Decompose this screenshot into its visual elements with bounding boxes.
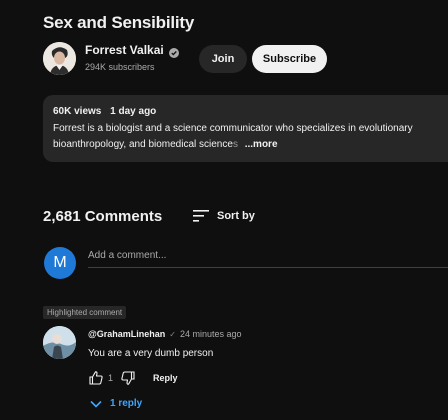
thumbs-down-icon [121,371,135,385]
dislike-button[interactable] [119,369,137,387]
channel-name-wrap: Forrest Valkai [85,43,179,58]
verified-check-icon [168,45,179,58]
user-avatar[interactable]: M [44,247,76,279]
sort-label: Sort by [217,210,255,222]
highlighted-comment-badge: Highlighted comment [43,306,127,319]
comment-avatar-image [43,326,76,359]
view-count: 60K views [53,106,102,117]
comments-count: 2,681 Comments [43,208,163,225]
description-more-link[interactable]: ...more [245,139,278,150]
upload-age: 1 day ago [110,106,157,117]
description-line-2-text: bioanthropology, and biomedical science [53,139,233,150]
sort-by-button[interactable]: Sort by [193,209,255,223]
video-title: Sex and Sensibility [43,13,195,32]
thumbs-up-icon [89,371,103,385]
description-line-2-fade: s [232,139,238,150]
description-line-1: Forrest is a biologist and a science com… [53,123,413,134]
comment-thread: @GrahamLinehan ✓ 24 minutes ago You are … [43,326,448,420]
video-meta: 60K views 1 day ago [53,106,156,117]
reply-button[interactable]: Reply [153,373,178,383]
description-box[interactable]: 60K views 1 day ago Forrest is a biologi… [43,95,448,162]
channel-avatar[interactable] [43,42,76,75]
join-button[interactable]: Join [199,45,247,73]
comment-text: You are a very dumb person [88,348,214,359]
comment-actions: 1 Reply [87,369,178,387]
channel-avatar-image [43,42,76,75]
description-line-2: bioanthropology, and biomedical sciences… [53,139,278,150]
comments-header: 2,681 Comments Sort by [43,208,423,228]
author-check-icon: ✓ [169,329,176,339]
like-button[interactable] [87,369,105,387]
channel-name[interactable]: Forrest Valkai [85,43,164,57]
chevron-down-icon [90,400,102,408]
comment-avatar[interactable] [43,326,76,359]
like-count: 1 [108,373,114,383]
comment-author[interactable]: @GrahamLinehan [88,329,165,339]
comment-timestamp[interactable]: 24 minutes ago [180,329,242,339]
replies-toggle[interactable]: 1 reply [90,398,142,409]
channel-row: Forrest Valkai 294K subscribers Join Sub… [43,42,443,76]
add-comment-input[interactable] [88,248,448,268]
subscribe-button[interactable]: Subscribe [252,45,327,73]
comment-header: @GrahamLinehan ✓ 24 minutes ago [88,329,242,339]
subscriber-count: 294K subscribers [85,62,155,72]
sort-icon [193,209,209,223]
replies-count: 1 reply [110,398,143,409]
watch-page: Sex and Sensibility Forrest Valkai 294K … [0,0,448,420]
